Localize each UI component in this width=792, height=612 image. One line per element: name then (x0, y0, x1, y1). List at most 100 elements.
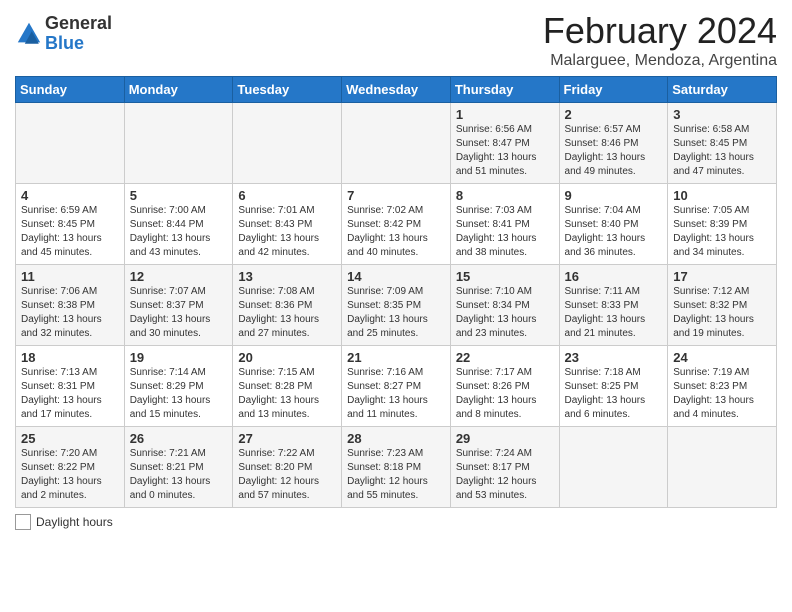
header-cell-friday: Friday (559, 77, 668, 103)
day-number: 20 (238, 350, 336, 365)
day-cell: 5Sunrise: 7:00 AM Sunset: 8:44 PM Daylig… (124, 184, 233, 265)
week-row-3: 18Sunrise: 7:13 AM Sunset: 8:31 PM Dayli… (16, 346, 777, 427)
day-cell (124, 103, 233, 184)
day-cell (342, 103, 451, 184)
day-number: 13 (238, 269, 336, 284)
day-cell: 15Sunrise: 7:10 AM Sunset: 8:34 PM Dayli… (450, 265, 559, 346)
week-row-1: 4Sunrise: 6:59 AM Sunset: 8:45 PM Daylig… (16, 184, 777, 265)
day-cell: 17Sunrise: 7:12 AM Sunset: 8:32 PM Dayli… (668, 265, 777, 346)
day-cell: 18Sunrise: 7:13 AM Sunset: 8:31 PM Dayli… (16, 346, 125, 427)
logo-general: General (45, 14, 112, 34)
day-number: 25 (21, 431, 119, 446)
day-info: Sunrise: 7:09 AM Sunset: 8:35 PM Dayligh… (347, 285, 445, 341)
day-cell: 7Sunrise: 7:02 AM Sunset: 8:42 PM Daylig… (342, 184, 451, 265)
header: General Blue February 2024 Malarguee, Me… (15, 10, 777, 70)
day-cell: 20Sunrise: 7:15 AM Sunset: 8:28 PM Dayli… (233, 346, 342, 427)
day-cell (559, 427, 668, 508)
page: General Blue February 2024 Malarguee, Me… (0, 0, 792, 612)
day-cell: 2Sunrise: 6:57 AM Sunset: 8:46 PM Daylig… (559, 103, 668, 184)
day-number: 21 (347, 350, 445, 365)
day-cell: 26Sunrise: 7:21 AM Sunset: 8:21 PM Dayli… (124, 427, 233, 508)
day-number: 14 (347, 269, 445, 284)
day-number: 15 (456, 269, 554, 284)
header-cell-wednesday: Wednesday (342, 77, 451, 103)
day-cell: 25Sunrise: 7:20 AM Sunset: 8:22 PM Dayli… (16, 427, 125, 508)
day-info: Sunrise: 6:58 AM Sunset: 8:45 PM Dayligh… (673, 123, 771, 179)
logo-icon (15, 20, 43, 48)
day-info: Sunrise: 7:08 AM Sunset: 8:36 PM Dayligh… (238, 285, 336, 341)
day-info: Sunrise: 7:00 AM Sunset: 8:44 PM Dayligh… (130, 204, 228, 260)
day-number: 4 (21, 188, 119, 203)
logo-blue: Blue (45, 34, 112, 54)
day-cell: 9Sunrise: 7:04 AM Sunset: 8:40 PM Daylig… (559, 184, 668, 265)
day-cell: 3Sunrise: 6:58 AM Sunset: 8:45 PM Daylig… (668, 103, 777, 184)
day-number: 8 (456, 188, 554, 203)
day-number: 2 (565, 107, 663, 122)
day-info: Sunrise: 7:05 AM Sunset: 8:39 PM Dayligh… (673, 204, 771, 260)
legend-box (15, 514, 31, 530)
day-cell: 16Sunrise: 7:11 AM Sunset: 8:33 PM Dayli… (559, 265, 668, 346)
day-number: 12 (130, 269, 228, 284)
day-info: Sunrise: 7:12 AM Sunset: 8:32 PM Dayligh… (673, 285, 771, 341)
day-info: Sunrise: 7:13 AM Sunset: 8:31 PM Dayligh… (21, 366, 119, 422)
day-info: Sunrise: 6:59 AM Sunset: 8:45 PM Dayligh… (21, 204, 119, 260)
day-info: Sunrise: 7:07 AM Sunset: 8:37 PM Dayligh… (130, 285, 228, 341)
day-cell: 19Sunrise: 7:14 AM Sunset: 8:29 PM Dayli… (124, 346, 233, 427)
day-info: Sunrise: 7:01 AM Sunset: 8:43 PM Dayligh… (238, 204, 336, 260)
calendar-subtitle: Malarguee, Mendoza, Argentina (543, 52, 777, 70)
calendar-title: February 2024 (543, 10, 777, 52)
day-cell: 22Sunrise: 7:17 AM Sunset: 8:26 PM Dayli… (450, 346, 559, 427)
day-info: Sunrise: 7:11 AM Sunset: 8:33 PM Dayligh… (565, 285, 663, 341)
day-info: Sunrise: 7:04 AM Sunset: 8:40 PM Dayligh… (565, 204, 663, 260)
day-info: Sunrise: 7:17 AM Sunset: 8:26 PM Dayligh… (456, 366, 554, 422)
day-number: 22 (456, 350, 554, 365)
header-cell-tuesday: Tuesday (233, 77, 342, 103)
day-cell: 12Sunrise: 7:07 AM Sunset: 8:37 PM Dayli… (124, 265, 233, 346)
day-cell: 29Sunrise: 7:24 AM Sunset: 8:17 PM Dayli… (450, 427, 559, 508)
day-info: Sunrise: 6:56 AM Sunset: 8:47 PM Dayligh… (456, 123, 554, 179)
day-info: Sunrise: 7:24 AM Sunset: 8:17 PM Dayligh… (456, 447, 554, 503)
day-info: Sunrise: 7:03 AM Sunset: 8:41 PM Dayligh… (456, 204, 554, 260)
day-number: 5 (130, 188, 228, 203)
day-number: 26 (130, 431, 228, 446)
day-number: 19 (130, 350, 228, 365)
week-row-2: 11Sunrise: 7:06 AM Sunset: 8:38 PM Dayli… (16, 265, 777, 346)
day-number: 10 (673, 188, 771, 203)
day-number: 1 (456, 107, 554, 122)
day-cell: 23Sunrise: 7:18 AM Sunset: 8:25 PM Dayli… (559, 346, 668, 427)
day-number: 9 (565, 188, 663, 203)
day-number: 7 (347, 188, 445, 203)
day-number: 11 (21, 269, 119, 284)
day-cell: 6Sunrise: 7:01 AM Sunset: 8:43 PM Daylig… (233, 184, 342, 265)
week-row-0: 1Sunrise: 6:56 AM Sunset: 8:47 PM Daylig… (16, 103, 777, 184)
day-info: Sunrise: 7:21 AM Sunset: 8:21 PM Dayligh… (130, 447, 228, 503)
logo-text: General Blue (45, 14, 112, 54)
day-cell: 27Sunrise: 7:22 AM Sunset: 8:20 PM Dayli… (233, 427, 342, 508)
day-info: Sunrise: 7:06 AM Sunset: 8:38 PM Dayligh… (21, 285, 119, 341)
day-number: 18 (21, 350, 119, 365)
day-info: Sunrise: 7:16 AM Sunset: 8:27 PM Dayligh… (347, 366, 445, 422)
logo: General Blue (15, 14, 112, 54)
day-info: Sunrise: 6:57 AM Sunset: 8:46 PM Dayligh… (565, 123, 663, 179)
day-cell: 10Sunrise: 7:05 AM Sunset: 8:39 PM Dayli… (668, 184, 777, 265)
calendar-table: SundayMondayTuesdayWednesdayThursdayFrid… (15, 76, 777, 508)
footer-legend: Daylight hours (15, 514, 777, 530)
day-cell: 24Sunrise: 7:19 AM Sunset: 8:23 PM Dayli… (668, 346, 777, 427)
header-row: SundayMondayTuesdayWednesdayThursdayFrid… (16, 77, 777, 103)
day-cell: 21Sunrise: 7:16 AM Sunset: 8:27 PM Dayli… (342, 346, 451, 427)
day-info: Sunrise: 7:10 AM Sunset: 8:34 PM Dayligh… (456, 285, 554, 341)
day-number: 23 (565, 350, 663, 365)
day-cell: 14Sunrise: 7:09 AM Sunset: 8:35 PM Dayli… (342, 265, 451, 346)
day-info: Sunrise: 7:19 AM Sunset: 8:23 PM Dayligh… (673, 366, 771, 422)
header-cell-sunday: Sunday (16, 77, 125, 103)
day-cell: 1Sunrise: 6:56 AM Sunset: 8:47 PM Daylig… (450, 103, 559, 184)
day-number: 27 (238, 431, 336, 446)
day-number: 17 (673, 269, 771, 284)
day-info: Sunrise: 7:18 AM Sunset: 8:25 PM Dayligh… (565, 366, 663, 422)
day-number: 28 (347, 431, 445, 446)
title-block: February 2024 Malarguee, Mendoza, Argent… (543, 10, 777, 70)
day-cell (668, 427, 777, 508)
day-cell (16, 103, 125, 184)
calendar-body: 1Sunrise: 6:56 AM Sunset: 8:47 PM Daylig… (16, 103, 777, 508)
day-number: 29 (456, 431, 554, 446)
